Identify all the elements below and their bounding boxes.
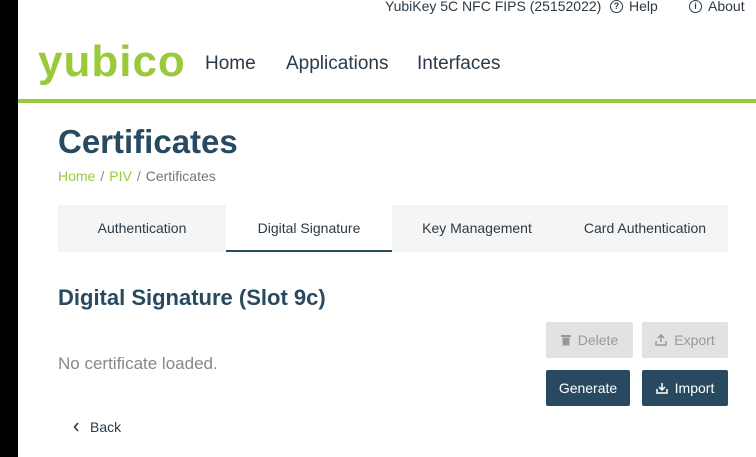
yubico-logo[interactable]: yubico: [38, 36, 186, 88]
help-icon: ?: [610, 0, 623, 13]
import-button[interactable]: Import: [642, 370, 728, 406]
delete-label: Delete: [577, 332, 619, 348]
breadcrumb: Home / PIV / Certificates: [58, 168, 216, 184]
breadcrumb-current: Certificates: [145, 168, 216, 184]
nav-home[interactable]: Home: [205, 53, 256, 75]
help-link[interactable]: ? Help: [610, 0, 658, 14]
chevron-left-icon: [73, 422, 79, 432]
back-button[interactable]: Back: [73, 419, 121, 435]
tab-card-authentication[interactable]: Card Authentication: [562, 205, 728, 252]
window-edge: [0, 0, 18, 457]
breadcrumb-separator: /: [136, 168, 141, 184]
tab-digital-signature[interactable]: Digital Signature: [226, 205, 392, 252]
upload-icon: [655, 334, 668, 346]
slot-tabs: Authentication Digital Signature Key Man…: [58, 205, 728, 252]
nav-applications[interactable]: Applications: [286, 53, 388, 75]
import-label: Import: [674, 380, 715, 396]
help-label: Help: [629, 0, 658, 14]
empty-message: No certificate loaded.: [58, 354, 218, 373]
page-title: Certificates: [58, 123, 238, 160]
info-icon: i: [689, 0, 702, 13]
delete-button[interactable]: Delete: [546, 322, 633, 358]
generate-label: Generate: [558, 380, 618, 396]
download-icon: [655, 383, 668, 394]
about-label: About: [708, 0, 745, 14]
export-button[interactable]: Export: [642, 322, 728, 358]
breadcrumb-home[interactable]: Home: [58, 168, 95, 184]
generate-button[interactable]: Generate: [546, 370, 630, 406]
trash-icon: [560, 335, 571, 346]
device-label: YubiKey 5C NFC FIPS (25152022): [385, 0, 602, 14]
breadcrumb-separator: /: [100, 168, 105, 184]
about-link[interactable]: i About: [689, 0, 745, 14]
header-divider: [18, 99, 756, 103]
back-label: Back: [90, 419, 122, 435]
tab-authentication[interactable]: Authentication: [58, 205, 226, 252]
tab-key-management[interactable]: Key Management: [392, 205, 562, 252]
nav-interfaces[interactable]: Interfaces: [417, 53, 500, 75]
slot-title: Digital Signature (Slot 9c): [58, 285, 326, 310]
breadcrumb-piv[interactable]: PIV: [109, 168, 132, 184]
export-label: Export: [674, 332, 715, 348]
